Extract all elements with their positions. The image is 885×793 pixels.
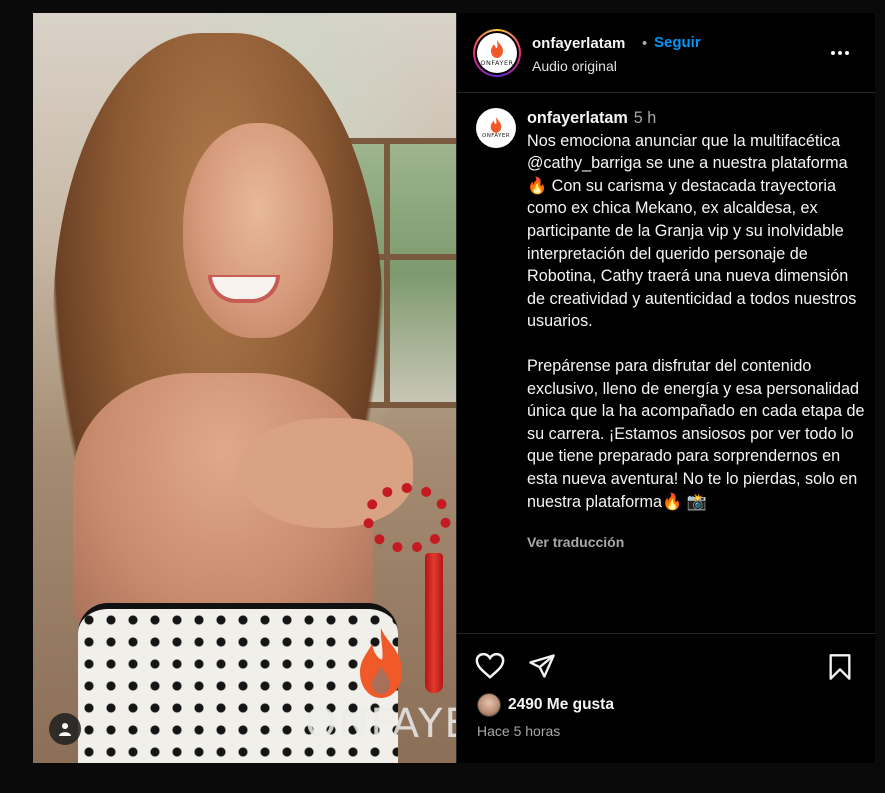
post-side-panel: ONFAYER onfayerlatam • Seguir Audio orig…: [456, 13, 876, 763]
heart-icon[interactable]: [475, 652, 505, 680]
more-options-icon[interactable]: [827, 41, 853, 65]
avatar-logo-text: ONFAYER: [482, 133, 510, 139]
caption-avatar[interactable]: ONFAYER: [476, 108, 516, 148]
follow-button[interactable]: Seguir: [654, 34, 701, 51]
red-bracelet: [363, 483, 451, 553]
avatar-logo-text: ONFAYER: [480, 58, 514, 67]
story-avatar[interactable]: ONFAYER: [473, 29, 521, 77]
bookmark-icon[interactable]: [826, 653, 854, 681]
caption-time: 5 h: [633, 109, 657, 127]
red-tassel: [425, 553, 443, 693]
header-username[interactable]: onfayerlatam: [532, 35, 625, 52]
send-icon[interactable]: [527, 652, 557, 680]
watermark-text: ONFAYER: [305, 701, 456, 747]
audio-link[interactable]: Audio original: [532, 58, 617, 74]
liker-avatar: [477, 693, 501, 717]
person-face: [183, 123, 333, 338]
caption-username[interactable]: onfayerlatam: [527, 109, 628, 127]
caption-paragraph-2: Prepárense para disfrutar del contenido …: [527, 356, 865, 511]
flame-icon: [491, 39, 503, 58]
divider: [457, 633, 876, 634]
likes-count[interactable]: 2490 Me gusta: [508, 696, 614, 714]
post-caption: onfayerlatam 5 h Nos emociona anunciar qu…: [527, 107, 867, 513]
brand-avatar: ONFAYER: [477, 33, 517, 73]
post-time-ago: Hace 5 horas: [477, 723, 561, 739]
likes-row[interactable]: 2490 Me gusta: [477, 691, 614, 719]
header-separator: •: [642, 35, 648, 52]
see-translation-link[interactable]: Ver traducción: [527, 534, 624, 550]
post-media[interactable]: ONFAYER: [33, 13, 456, 763]
person-icon: [59, 723, 71, 736]
caption-paragraph-1: Nos emociona anunciar que la multifacéti…: [527, 131, 857, 331]
flame-logo-icon: [360, 628, 402, 698]
flame-icon: [490, 117, 502, 133]
user-tag-button[interactable]: [49, 713, 81, 745]
post-header: ONFAYER onfayerlatam • Seguir Audio orig…: [457, 13, 876, 93]
